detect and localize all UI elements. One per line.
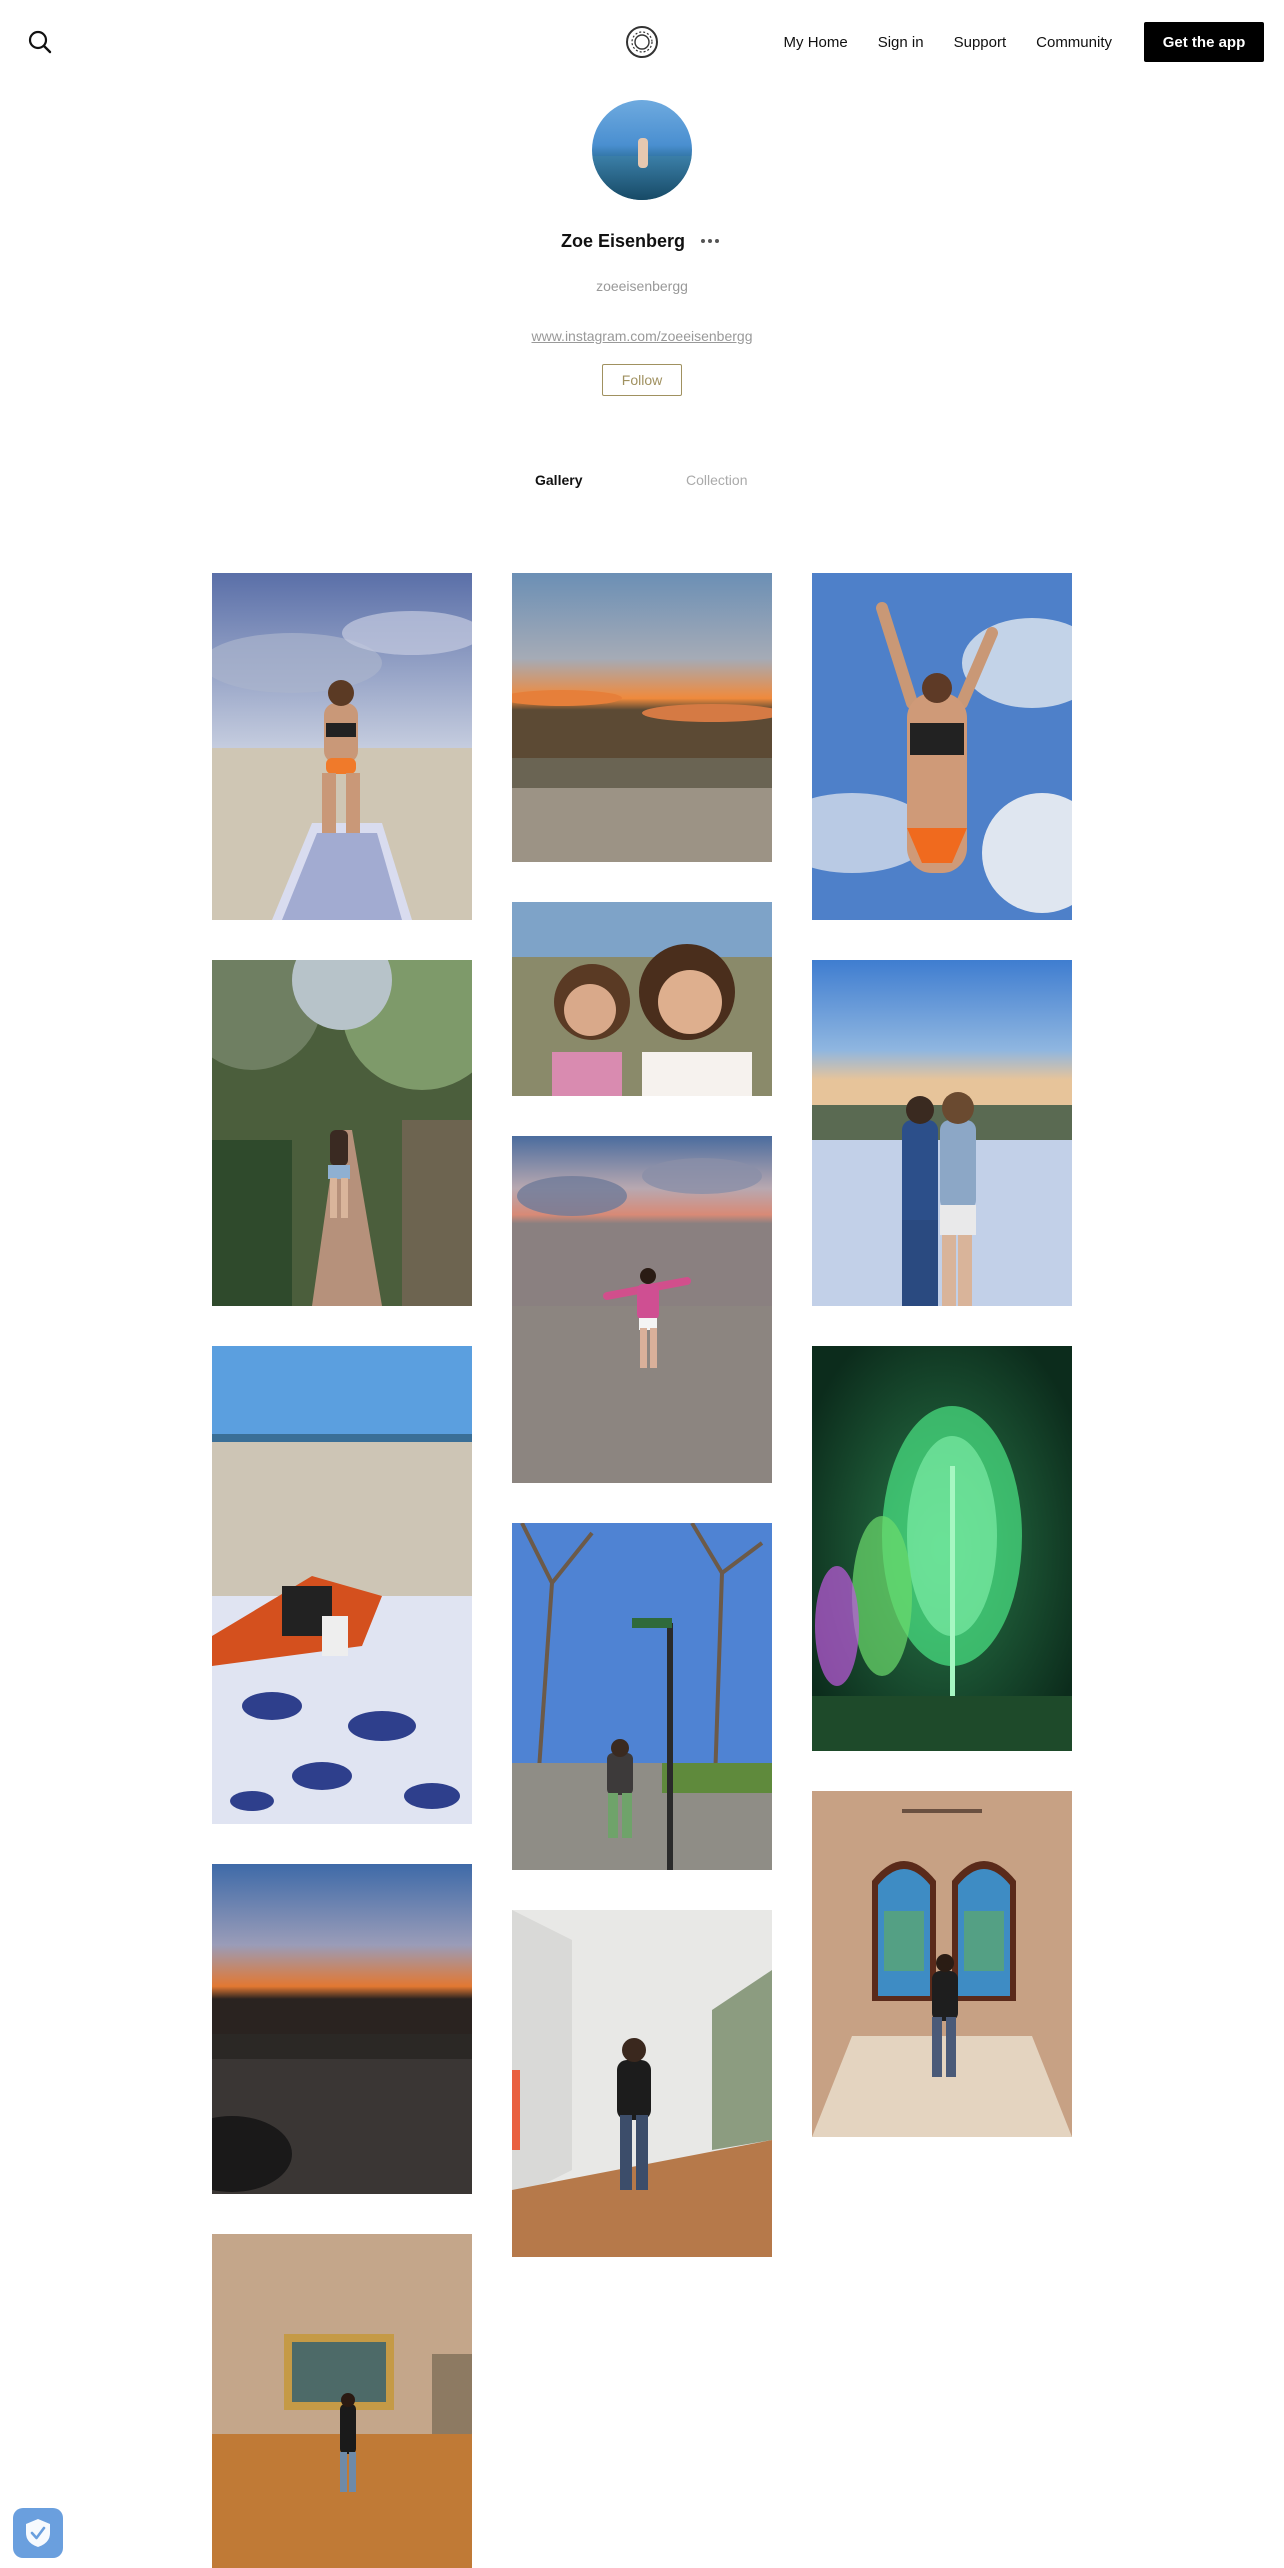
photo-path-in-jungle[interactable] bbox=[212, 960, 472, 1306]
nav-sign-in[interactable]: Sign in bbox=[878, 34, 924, 51]
nav-community[interactable]: Community bbox=[1036, 34, 1112, 51]
get-the-app-button[interactable]: Get the app bbox=[1144, 22, 1264, 62]
profile-name-row: Zoe Eisenberg bbox=[0, 228, 1284, 254]
photo-friends-hugging-dunes[interactable] bbox=[812, 960, 1072, 1306]
photo-green-light-trees[interactable] bbox=[812, 1346, 1072, 1751]
photo-sunset-dunes[interactable] bbox=[512, 573, 772, 862]
photo-beach-sunset-jump[interactable] bbox=[512, 1136, 772, 1483]
profile-name: Zoe Eisenberg bbox=[560, 230, 686, 251]
photo-sunset-road[interactable] bbox=[212, 1864, 472, 2194]
search-icon[interactable] bbox=[26, 28, 54, 56]
top-header: My Home Sign in Support Community Get th… bbox=[0, 0, 1284, 84]
more-options-icon[interactable] bbox=[697, 235, 723, 247]
photo-street-sign-trees[interactable] bbox=[512, 1523, 772, 1870]
follow-button[interactable]: Follow bbox=[602, 364, 682, 396]
profile-tabs: Gallery Collection bbox=[0, 472, 1284, 496]
photo-gallery-wall[interactable] bbox=[512, 1910, 772, 2257]
photo-two-friends-selfie[interactable] bbox=[512, 902, 772, 1096]
avatar bbox=[592, 100, 692, 200]
ring-logo-icon[interactable] bbox=[624, 24, 660, 60]
profile-username: zoeeisenbergg bbox=[596, 278, 688, 294]
nav-support[interactable]: Support bbox=[954, 34, 1007, 51]
photo-beach-towel-pose[interactable] bbox=[212, 573, 472, 920]
photo-beach-towel-whales[interactable] bbox=[212, 1346, 472, 1824]
photo-arms-raised-sky[interactable] bbox=[812, 573, 1072, 920]
tab-collection[interactable]: Collection bbox=[686, 472, 747, 488]
tab-gallery[interactable]: Gallery bbox=[535, 472, 582, 488]
profile-website-link[interactable]: www.instagram.com/zoeeisenbergg bbox=[0, 328, 1284, 344]
photo-museum-painting[interactable] bbox=[212, 2234, 472, 2568]
photo-stained-glass-windows[interactable] bbox=[812, 1791, 1072, 2137]
nav-my-home[interactable]: My Home bbox=[784, 34, 848, 51]
shield-check-icon[interactable] bbox=[13, 2508, 63, 2558]
main-nav: My Home Sign in Support Community Get th… bbox=[784, 22, 1264, 62]
